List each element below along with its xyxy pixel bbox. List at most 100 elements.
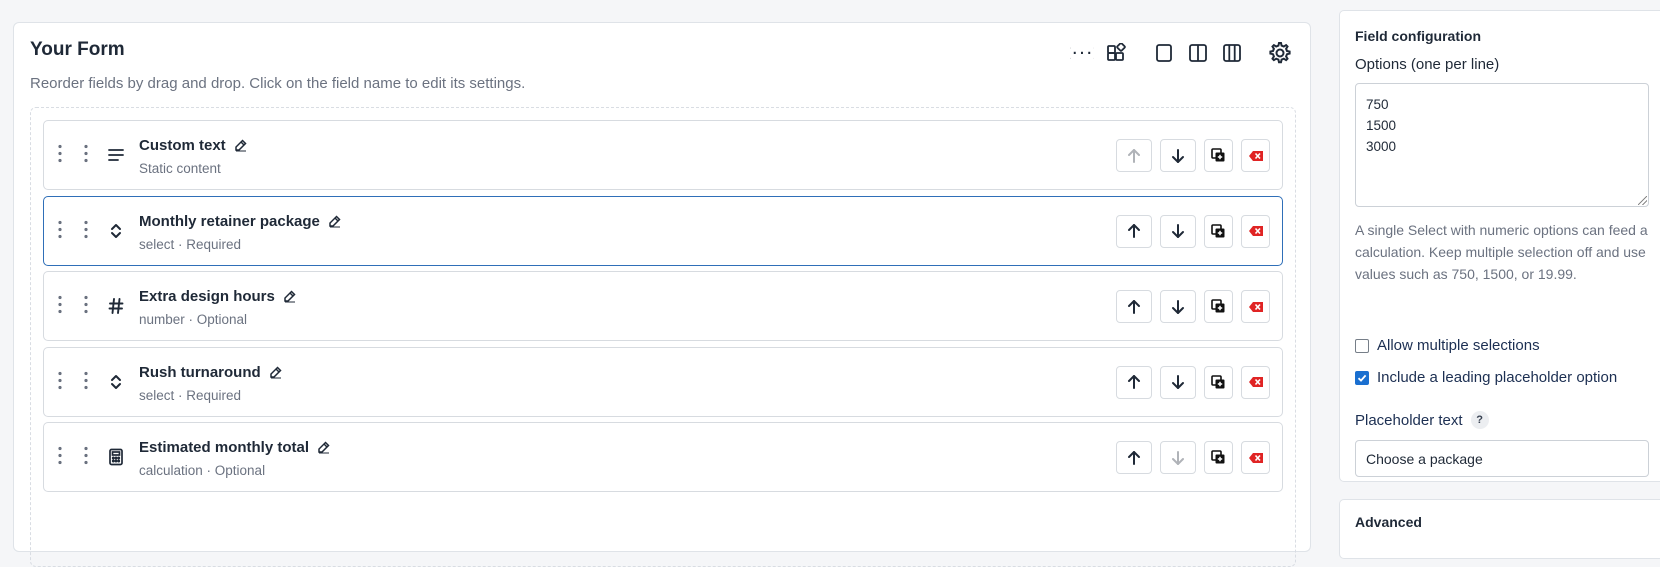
field-meta: number · Optional — [139, 312, 248, 327]
drag-handle-icon[interactable] — [58, 445, 88, 469]
arrow-down-icon — [1171, 299, 1185, 315]
field-name[interactable]: Custom text — [139, 137, 247, 154]
help-icon[interactable]: ? — [1470, 411, 1489, 429]
move-down-button[interactable] — [1160, 139, 1196, 172]
duplicate-icon — [1211, 148, 1226, 163]
field-actions — [1108, 441, 1270, 474]
delete-button[interactable] — [1241, 139, 1270, 172]
placeholder-option-checkbox[interactable] — [1355, 370, 1369, 385]
drag-handle-icon[interactable] — [58, 218, 88, 243]
advanced-panel[interactable]: Advanced — [1339, 499, 1660, 559]
field-row[interactable]: Rush turnaround select · Required — [43, 346, 1283, 417]
gear-icon[interactable] — [1264, 39, 1296, 67]
allow-multiple-row[interactable]: Allow multiple selections — [1355, 337, 1540, 354]
allow-multiple-checkbox[interactable] — [1355, 338, 1369, 353]
placeholder-text-input[interactable]: Choose a package — [1355, 440, 1649, 477]
move-down-button[interactable] — [1160, 214, 1196, 248]
duplicate-button[interactable] — [1204, 365, 1233, 399]
two-column-icon[interactable] — [1182, 39, 1214, 67]
form-title: Your Form — [30, 39, 125, 60]
duplicate-button[interactable] — [1204, 214, 1233, 248]
field-name-text[interactable]: Monthly retainer package — [139, 213, 320, 230]
single-column-icon[interactable] — [1148, 39, 1180, 67]
edit-icon[interactable] — [283, 290, 296, 303]
field-meta: select · Required — [139, 236, 242, 252]
three-column-icon[interactable] — [1216, 39, 1248, 67]
arrow-up-icon — [1127, 223, 1141, 239]
arrow-down-icon — [1171, 450, 1185, 466]
form-card: Your Form Reorder fields by drag and dro… — [13, 22, 1311, 567]
field-name-text[interactable]: Rush turnaround — [139, 364, 261, 381]
field-configuration-heading: Field configuration — [1355, 28, 1481, 44]
field-row[interactable]: Custom text Static content — [43, 120, 1283, 190]
options-help-text: A single Select with numeric options can… — [1355, 222, 1648, 282]
move-up-button[interactable] — [1116, 365, 1152, 399]
edit-icon[interactable] — [328, 214, 341, 228]
drag-handle-icon[interactable] — [58, 294, 88, 318]
duplicate-icon — [1211, 299, 1226, 314]
field-name-text[interactable]: Estimated monthly total — [139, 439, 309, 456]
advanced-heading: Advanced — [1355, 514, 1422, 530]
field-meta: Static content — [139, 161, 221, 176]
allow-multiple-label: Allow multiple selections — [1377, 337, 1540, 354]
form-subtitle: Reorder fields by drag and drop. Click o… — [30, 75, 526, 92]
svg-text:{···}: {···} — [1070, 46, 1094, 60]
move-down-button[interactable] — [1160, 290, 1196, 323]
text-lines-icon — [106, 144, 126, 166]
field-row[interactable]: Extra design hours number · Optional — [43, 271, 1283, 341]
checkmark-icon — [1357, 374, 1367, 382]
blocks-icon[interactable] — [1100, 39, 1132, 67]
field-row[interactable]: Monthly retainer package select · Require… — [43, 195, 1283, 266]
move-up-button[interactable] — [1116, 441, 1152, 474]
delete-icon — [1248, 225, 1264, 237]
options-label: Options (one per line) — [1355, 56, 1500, 73]
duplicate-button[interactable] — [1204, 290, 1233, 323]
select-chevrons-icon — [106, 220, 126, 242]
arrow-down-icon — [1171, 223, 1185, 239]
placeholder-text-label: Placeholder text ? — [1355, 411, 1489, 429]
field-actions — [1108, 290, 1270, 323]
move-up-button[interactable] — [1116, 290, 1152, 323]
field-meta: calculation · Optional — [139, 463, 266, 478]
field-name[interactable]: Extra design hours — [139, 288, 296, 305]
code-braces-icon[interactable]: {···} — [1066, 39, 1098, 67]
field-actions — [1108, 139, 1270, 172]
duplicate-button[interactable] — [1204, 441, 1233, 474]
edit-icon[interactable] — [234, 139, 247, 152]
edit-icon[interactable] — [269, 365, 282, 379]
field-row[interactable]: Estimated monthly total calculation · Opt… — [43, 422, 1283, 492]
delete-button[interactable] — [1241, 365, 1270, 399]
delete-icon — [1248, 376, 1264, 388]
delete-button[interactable] — [1241, 290, 1270, 323]
drag-handle-icon[interactable] — [58, 369, 88, 394]
arrow-down-icon — [1171, 148, 1185, 164]
placeholder-option-label: Include a leading placeholder option — [1377, 369, 1618, 386]
duplicate-icon — [1211, 450, 1226, 465]
field-configuration-panel: Field configuration Options (one per lin… — [1339, 10, 1660, 482]
select-chevrons-icon — [106, 371, 126, 393]
form-toolbar: {···} — [1064, 39, 1296, 67]
delete-button[interactable] — [1241, 441, 1270, 474]
drag-handle-icon[interactable] — [58, 143, 88, 167]
field-dropzone: Custom text Static content Monthly retaine… — [30, 107, 1296, 567]
field-name-text[interactable]: Custom text — [139, 137, 226, 154]
placeholder-option-row[interactable]: Include a leading placeholder option — [1355, 369, 1617, 386]
field-name[interactable]: Estimated monthly total — [139, 439, 330, 456]
field-name-text[interactable]: Extra design hours — [139, 288, 275, 305]
move-down-button[interactable] — [1160, 441, 1196, 474]
edit-icon[interactable] — [317, 441, 330, 454]
field-name[interactable]: Rush turnaround — [139, 364, 282, 381]
arrow-up-icon — [1127, 148, 1141, 164]
hash-icon — [106, 295, 126, 317]
arrow-up-icon — [1127, 374, 1141, 390]
move-down-button[interactable] — [1160, 365, 1196, 399]
duplicate-icon — [1211, 223, 1226, 239]
options-textarea[interactable]: 750 1500 3000 — [1355, 83, 1649, 207]
move-up-button[interactable] — [1116, 214, 1152, 248]
delete-button[interactable] — [1241, 214, 1270, 248]
field-name[interactable]: Monthly retainer package — [139, 213, 341, 230]
delete-icon — [1248, 301, 1264, 313]
calculator-icon — [106, 446, 126, 468]
move-up-button[interactable] — [1116, 139, 1152, 172]
duplicate-button[interactable] — [1204, 139, 1233, 172]
